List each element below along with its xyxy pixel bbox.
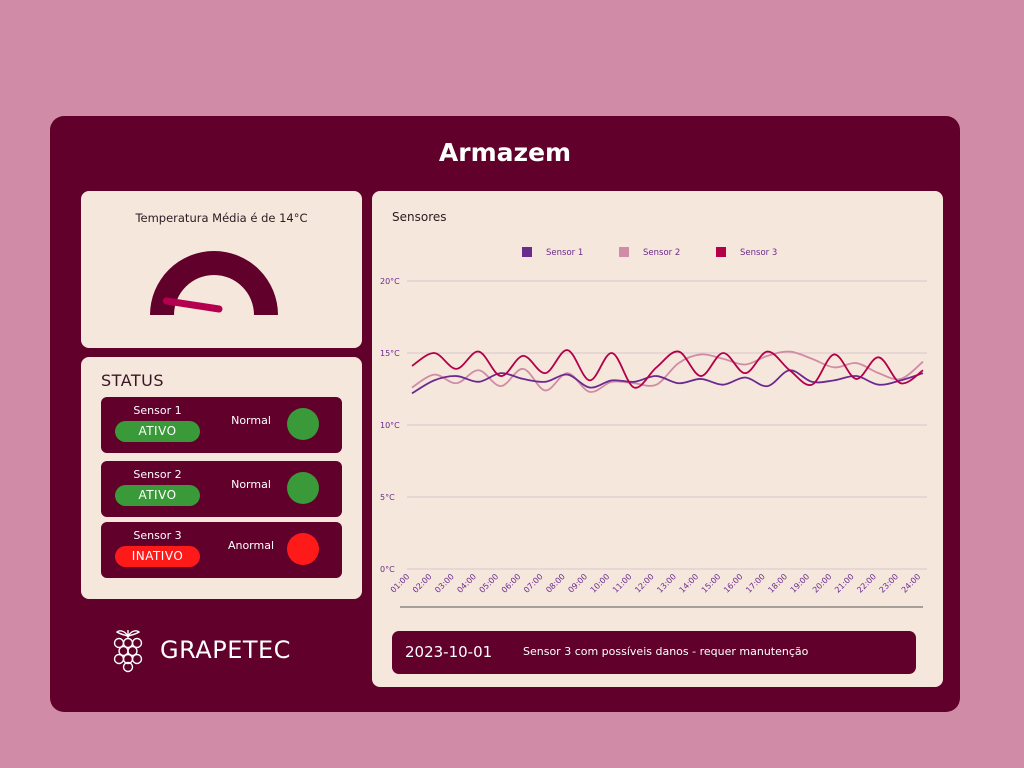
sensor-condition: Normal (231, 478, 271, 491)
status-indicator-dot (287, 533, 319, 565)
x-tick-label: 05:00 (478, 572, 501, 595)
x-tick-label: 14:00 (678, 572, 701, 595)
sensor-state-badge: ATIVO (115, 485, 200, 506)
legend-swatch (716, 247, 726, 257)
x-tick-label: 17:00 (744, 572, 767, 595)
x-tick-label: 12:00 (633, 572, 656, 595)
sensor-name: Sensor 2 (133, 468, 182, 481)
sensors-chart-card: Sensores 0°C 5°C 10°C 15°C 20°C 01:00 02:00 03:… (372, 191, 943, 687)
legend-label: Sensor 1 (546, 248, 583, 258)
alert-date: 2023-10-01 (405, 643, 493, 661)
y-tick-label: 5°C (380, 493, 395, 502)
x-tick-label: 07:00 (522, 572, 545, 595)
x-tick-label: 13:00 (655, 572, 678, 595)
x-tick-label: 10:00 (589, 572, 612, 595)
x-tick-label: 02:00 (411, 572, 434, 595)
brand-name: GRAPETEC (160, 636, 291, 664)
status-indicator-dot (287, 408, 319, 440)
sensor-name: Sensor 3 (133, 529, 182, 542)
dashboard-frame: Armazem Temperatura Média é de 14°C STAT… (50, 116, 960, 712)
status-indicator-dot (287, 472, 319, 504)
alert-message: Sensor 3 com possíveis danos - requer ma… (523, 645, 809, 658)
y-tick-label: 10°C (380, 421, 400, 430)
gauge-label: Temperatura Média é de 14°C (135, 211, 308, 225)
x-tick-label: 23:00 (878, 572, 901, 595)
x-tick-label: 18:00 (766, 572, 789, 595)
x-tick-label: 22:00 (855, 572, 878, 595)
x-tick-label: 21:00 (833, 572, 856, 595)
legend-label: Sensor 3 (740, 248, 777, 258)
x-tick-label: 15:00 (700, 572, 723, 595)
x-tick-label: 03:00 (433, 572, 456, 595)
status-title: STATUS (101, 371, 165, 390)
sensor-row-2[interactable]: Sensor 2 ATIVO Normal (101, 461, 342, 517)
y-tick-label: 0°C (380, 565, 395, 574)
legend-swatch (522, 247, 532, 257)
sensors-line-chart: 0°C 5°C 10°C 15°C 20°C 01:00 02:00 03:00 04:00 05… (380, 247, 927, 608)
temperature-gauge-card: Temperatura Média é de 14°C (81, 191, 362, 348)
x-tick-label: 19:00 (789, 572, 812, 595)
page-title: Armazem (438, 138, 572, 167)
x-tick-label: 09:00 (566, 572, 589, 595)
y-tick-label: 15°C (380, 349, 400, 358)
x-tick-label: 24:00 (900, 572, 923, 595)
alert-banner[interactable]: 2023-10-01 Sensor 3 com possíveis danos … (392, 631, 916, 674)
sensor-row-1[interactable]: Sensor 1 ATIVO Normal (101, 397, 342, 453)
legend-label: Sensor 2 (643, 248, 680, 258)
x-tick-label: 08:00 (544, 572, 567, 595)
x-tick-label: 16:00 (722, 572, 745, 595)
brand-logo: GRAPETEC (110, 626, 330, 676)
sensor-name: Sensor 1 (133, 404, 182, 417)
x-tick-label: 01:00 (389, 572, 412, 595)
series-line-3 (411, 349, 924, 389)
temperature-gauge (150, 251, 278, 315)
sensor-state-badge: INATIVO (115, 546, 200, 567)
x-tick-label: 06:00 (500, 572, 523, 595)
x-tick-label: 11:00 (611, 572, 634, 595)
x-tick-label: 20:00 (811, 572, 834, 595)
status-card: STATUS Sensor 1 ATIVO Normal Sensor 2 AT… (81, 357, 362, 599)
sensor-condition: Normal (231, 414, 271, 427)
grape-icon (113, 630, 143, 673)
x-tick-label: 04:00 (455, 572, 478, 595)
sensor-condition: Anormal (227, 539, 275, 552)
sensor-row-3[interactable]: Sensor 3 INATIVO Anormal (101, 522, 342, 578)
sensor-state-badge: ATIVO (115, 421, 200, 442)
legend-swatch (619, 247, 629, 257)
y-tick-label: 20°C (380, 277, 400, 286)
